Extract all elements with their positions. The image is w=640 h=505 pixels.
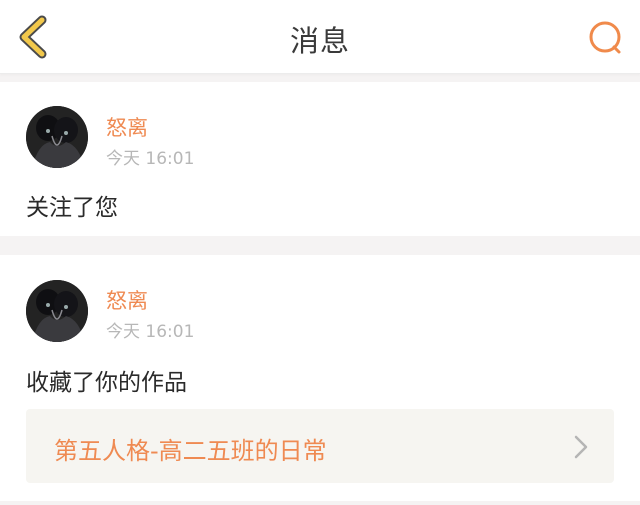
work-title: 第五人格-高二五班的日常 xyxy=(54,437,327,465)
message-text: 关注了您 xyxy=(26,195,118,221)
avatar-image xyxy=(26,280,88,342)
page-title: 消息 xyxy=(289,24,350,58)
avatar[interactable] xyxy=(26,106,88,168)
message-card: 怒离 今天 16:01 收藏了你的作品 第五人格-高二五班的日常 xyxy=(0,255,640,501)
timestamp: 今天 16:01 xyxy=(106,322,195,342)
username[interactable]: 怒离 xyxy=(106,112,148,142)
search-button[interactable] xyxy=(586,18,626,58)
work-link[interactable]: 第五人格-高二五班的日常 xyxy=(26,409,614,483)
avatar[interactable] xyxy=(26,280,88,342)
username[interactable]: 怒离 xyxy=(106,285,148,315)
message-card: 怒离 今天 16:01 关注了您 xyxy=(0,82,640,236)
search-icon xyxy=(589,21,621,54)
top-bar: 消息 xyxy=(0,0,640,74)
timestamp: 今天 16:01 xyxy=(106,149,195,169)
avatar-image xyxy=(26,106,88,168)
message-text: 收藏了你的作品 xyxy=(26,370,187,396)
chevron-right-icon xyxy=(574,435,588,459)
